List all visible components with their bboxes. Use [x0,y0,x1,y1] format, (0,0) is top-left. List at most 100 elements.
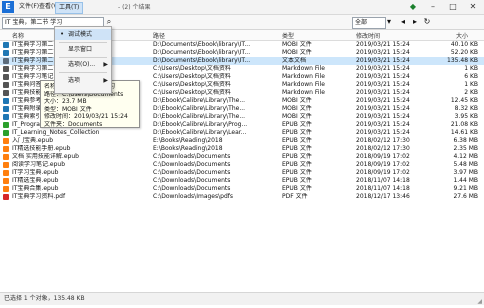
cell-path: D:\Documents\Ebook\library\IT... [153,41,251,48]
file-icon [3,106,9,112]
cell-modified: 2019/03/21 15:24 [356,57,410,64]
cell-path: C:\Users\Desktop\文档资料 [153,89,231,96]
cell-type: Markdown File [282,81,325,88]
dd-options[interactable]: 选项(O)... ▶ [55,59,111,70]
cell-type: EPUB 文件 [282,121,312,128]
cell-size: 4.12 MB [453,153,478,160]
cell-size: 1.44 MB [453,177,478,184]
dd-label: 调试模式 [68,31,93,38]
cell-modified: 2018/09/19 17:02 [356,161,410,168]
pin-icon[interactable]: ◆ [404,1,422,13]
bullet-icon: • [60,30,65,38]
file-icon [3,74,9,80]
table-row[interactable]: IT学习宝典.epub C:\Downloads\Documents EPUB 文件… [0,169,484,177]
table-row[interactable]: IT宝典合集.epub C:\Downloads\Documents EPUB 文件… [0,185,484,193]
file-icon [3,138,9,144]
cell-path: C:\Downloads\Documents [153,153,231,160]
file-icon [3,114,9,120]
cell-modified: 2018/02/12 17:30 [356,137,410,144]
file-icon [3,82,9,88]
title-bar: E 文件(F) 查看(V) 工具(T) - (2) 个结果 ◆ – □ ✕ [0,0,484,15]
file-icon [3,186,9,192]
maximize-button[interactable]: □ [444,1,462,13]
table-row[interactable]: 阅读学习笔记.epub C:\Downloads\Documents EPUB 文件… [0,161,484,169]
cell-size: 27.6 MB [453,193,478,200]
cell-modified: 2018/09/19 17:02 [356,153,410,160]
cell-path: E:\Books\Reading\2018 [153,137,223,144]
tooltip-line: 修改时间：2019/03/21 15:24 [44,113,128,120]
app-logo-icon[interactable]: E [2,1,14,13]
menu-tools[interactable]: 工具(T) [55,2,84,14]
close-button[interactable]: ✕ [464,1,482,13]
cell-size: 8.32 KB [454,105,478,112]
menu-separator [59,57,107,58]
cell-size: 1 KB [464,65,478,72]
tools-dropdown-menu: • 调试模式 显示窗口 选项(O)... ▶ 选项 ▶ [54,26,112,94]
file-icon [3,178,9,184]
cell-size: 2.35 MB [453,145,478,152]
table-row[interactable]: 文档 实用技能详解.epub C:\Downloads\Documents EPUB… [0,153,484,161]
file-icon [3,154,9,160]
cell-type: Markdown File [282,65,325,72]
menu-separator [59,42,107,43]
cell-path: D:\Documents\Ebook\library\IT... [153,49,251,56]
forward-icon[interactable]: ▸ [410,17,420,27]
refresh-icon[interactable]: ↻ [422,17,432,27]
cell-modified: 2019/03/21 15:24 [356,121,410,128]
cell-path: C:\Users\Desktop\文档资料 [153,73,231,80]
dd-debug-mode[interactable]: • 调试模式 [55,29,111,40]
cell-size: 21.08 KB [450,121,478,128]
file-icon [3,170,9,176]
cell-modified: 2019/03/21 15:24 [356,105,410,112]
cell-path: D:\Ebook\Calibre\Library\The... [153,97,246,104]
header-size[interactable]: 大小 [456,31,468,40]
table-row[interactable]: IT精选技能手册.epub E:\Books\Reading\2018 EPUB 文… [0,145,484,153]
cell-path: D:\Documents\Ebook\library\IT... [153,57,251,64]
cell-size: 6 KB [464,73,478,80]
table-row[interactable]: IT_Learning_Notes_Collection D:\Ebook\Cal… [0,129,484,137]
file-icon [3,66,9,72]
table-row[interactable]: IT精选宝典.epub C:\Downloads\Documents EPUB 文件… [0,177,484,185]
resize-grip-icon[interactable]: ◢ [477,296,482,308]
header-name[interactable]: 名称 [12,31,24,40]
file-icon [3,122,9,128]
file-icon [3,194,9,200]
cell-name: 入门宝典.epub [12,137,54,144]
chevron-down-icon[interactable]: ▾ [384,17,394,27]
chevron-right-icon: ▶ [103,61,108,68]
cell-size: 2 KB [464,89,478,96]
filter-select[interactable]: 全部 [352,17,386,29]
table-row[interactable]: IT宝典学习资料.pdf C:\Downloads\Images\pdfs PDF … [0,193,484,201]
cell-path: C:\Users\Desktop\文档资料 [153,65,231,72]
cell-size: 3.97 MB [453,169,478,176]
cell-size: 9.21 MB [453,185,478,192]
tooltip-line: 文件夹：Documents [44,120,103,128]
minimize-button[interactable]: – [424,1,442,13]
dd-label: 显示窗口 [68,46,93,53]
dd-show-window[interactable]: 显示窗口 [55,44,111,55]
cell-type: MOBI 文件 [282,105,312,112]
cell-modified: 2018/11/07 14:18 [356,177,410,184]
cell-type: MOBI 文件 [282,41,312,48]
cell-name: IT宝典学习资料.pdf [12,193,66,200]
dd-more[interactable]: 选项 ▶ [55,75,111,86]
tooltip-line: 类型：MOBI 文件 [44,105,92,113]
window-controls: ◆ – □ ✕ [404,1,482,13]
cell-modified: 2019/03/21 15:24 [356,49,410,56]
header-type[interactable]: 类型 [282,31,294,40]
cell-modified: 2019/03/21 15:24 [356,129,410,136]
file-icon [3,130,9,136]
cell-size: 14.61 KB [450,129,478,136]
cell-size: 3.95 KB [454,113,478,120]
cell-modified: 2018/12/17 13:46 [356,193,410,200]
back-icon[interactable]: ◂ [398,17,408,27]
header-modified[interactable]: 修改时间 [356,31,380,40]
header-path[interactable]: 路径 [153,31,165,40]
cell-name: IT宝典合集.epub [12,185,59,192]
file-icon [3,146,9,152]
cell-modified: 2018/09/19 17:02 [356,169,410,176]
table-row[interactable]: 入门宝典.epub E:\Books\Reading\2018 EPUB 文件 201… [0,137,484,145]
cell-size: 1 KB [464,81,478,88]
cell-path: D:\Ebook\Calibre\Library\Prog... [153,121,248,128]
cell-type: EPUB 文件 [282,169,312,176]
